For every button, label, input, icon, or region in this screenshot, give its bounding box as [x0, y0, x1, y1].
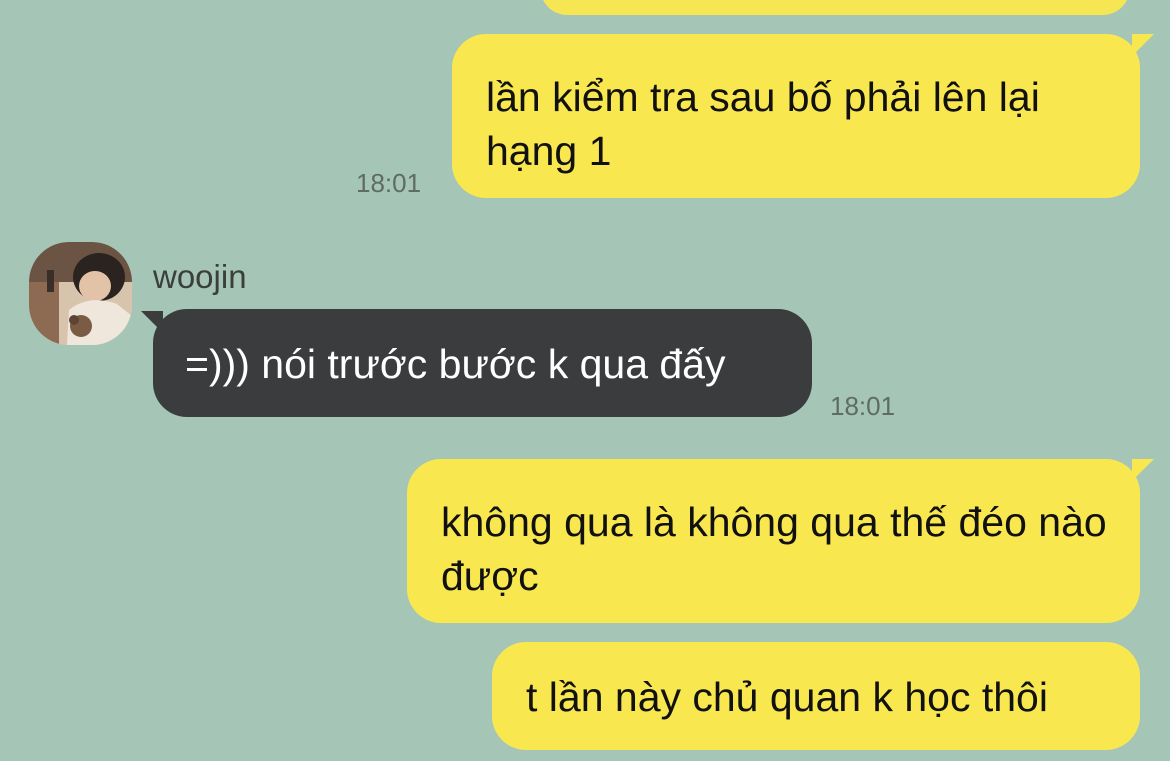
message-text: lần kiểm tra sau bố phải lên lại hạng 1: [486, 74, 1040, 174]
avatar[interactable]: [29, 242, 132, 345]
message-timestamp: 18:01: [356, 168, 422, 198]
message-text: =))) nói trước bước k qua đấy: [185, 341, 726, 387]
bubble-tail: [1132, 34, 1154, 56]
message-bubble-outgoing[interactable]: không qua là không qua thế đéo nào được: [407, 459, 1154, 623]
bubble-tail: [1132, 459, 1154, 481]
sender-name: woojin: [153, 258, 247, 295]
bubble-tail: [141, 311, 163, 333]
chat-thread[interactable]: lần kiểm tra sau bố phải lên lại hạng 1 …: [0, 0, 1170, 761]
message-text: không qua là không qua thế đéo nào được: [441, 499, 1107, 599]
message-bubble-outgoing[interactable]: t lần này chủ quan k học thôi: [492, 642, 1140, 750]
message-bubble-incoming[interactable]: =))) nói trước bước k qua đấy: [141, 309, 812, 417]
message-bubble-outgoing[interactable]: lần kiểm tra sau bố phải lên lại hạng 1: [452, 34, 1154, 198]
message-bubble-previous[interactable]: [540, 0, 1130, 15]
message-text: t lần này chủ quan k học thôi: [526, 674, 1048, 720]
message-timestamp: 18:01: [830, 391, 896, 421]
avatar-photo-icon: [29, 242, 132, 345]
